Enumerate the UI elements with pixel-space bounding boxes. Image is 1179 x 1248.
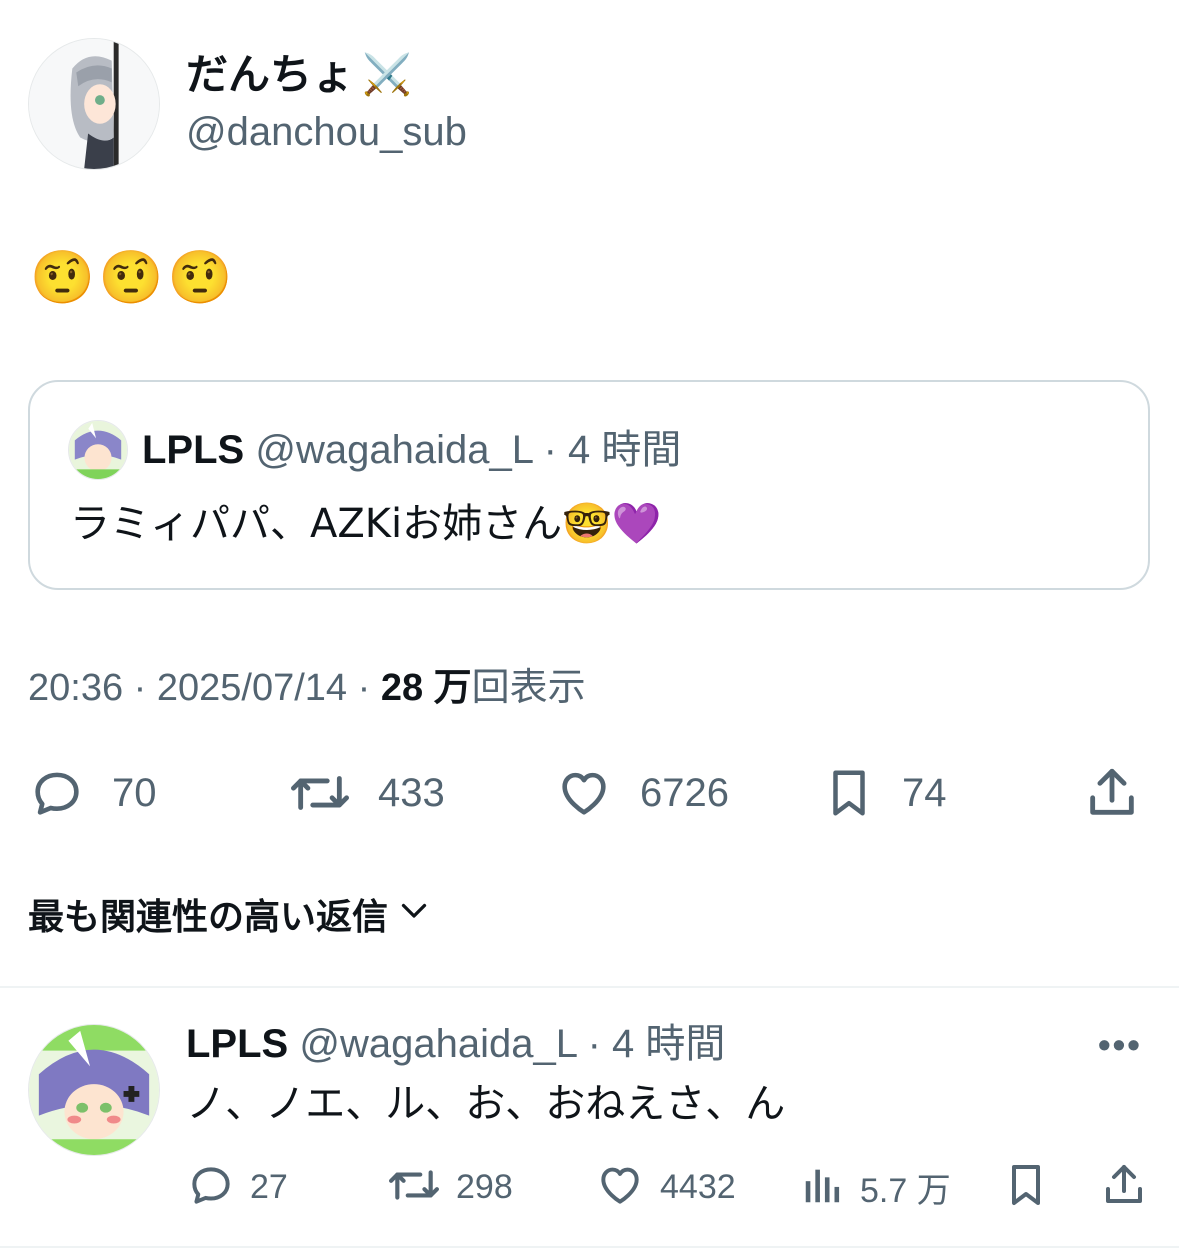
reply-avatar[interactable] — [28, 1024, 160, 1156]
like-button[interactable]: 6726 — [554, 764, 729, 822]
reply-icon — [28, 764, 86, 822]
reply-icon — [186, 1160, 236, 1215]
reply-time: 4 時間 — [612, 1022, 726, 1066]
reply-sort-dropdown[interactable]: 最も関連性の高い返信 — [28, 888, 432, 940]
share-icon — [1100, 1160, 1148, 1215]
author-avatar[interactable] — [28, 38, 160, 170]
quote-author-name: LPLS — [142, 428, 245, 472]
like-count: 6726 — [640, 770, 729, 815]
repost-count: 433 — [378, 770, 445, 815]
author-handle[interactable]: @danchou_sub — [186, 108, 467, 156]
views-count[interactable]: 28 万 — [381, 667, 472, 709]
reply-reply-count: 27 — [250, 1168, 288, 1206]
share-icon — [1082, 764, 1142, 822]
tweet-date: 2025/07/14 — [156, 667, 348, 709]
repost-icon — [386, 1160, 442, 1215]
bookmark-icon — [1002, 1160, 1050, 1215]
reply-separator: · — [576, 1022, 613, 1066]
views-label: 回表示 — [471, 667, 586, 709]
tweet-text: 🤨🤨🤨 — [30, 249, 237, 307]
more-icon[interactable]: ••• — [1098, 1024, 1142, 1066]
reply-repost-count: 298 — [456, 1168, 513, 1206]
quote-author-handle: @wagahaida_L — [255, 428, 533, 472]
quote-time: 4 時間 — [568, 428, 682, 472]
reply-header: LPLS @wagahaida_L · 4 時間 — [186, 1020, 725, 1068]
bookmark-button[interactable]: 74 — [822, 764, 947, 822]
repost-icon — [288, 764, 352, 822]
reply-like-button[interactable]: 4432 — [594, 1160, 736, 1215]
reply-count: 70 — [112, 770, 157, 815]
reply-text: ノ、ノエ、ル、お、おねえさ、ん — [186, 1081, 786, 1127]
sort-label: 最も関連性の高い返信 — [28, 897, 389, 938]
reply-views-count: 5.7 万 — [860, 1172, 951, 1210]
like-icon — [594, 1160, 646, 1215]
bookmark-count: 74 — [902, 770, 947, 815]
author-name-text: だんちょ — [186, 50, 355, 99]
quote-separator: · — [532, 428, 569, 472]
reply-author-name[interactable]: LPLS — [186, 1022, 288, 1066]
quote-card[interactable]: LPLS @wagahaida_L · 4 時間 ラミィパパ、AZKiお姉さん🤓… — [28, 380, 1150, 590]
share-button[interactable] — [1082, 764, 1142, 822]
reply-views-button[interactable]: 5.7 万 — [800, 1160, 951, 1215]
chevron-down-icon — [396, 892, 432, 937]
meta-separator: · — [347, 667, 381, 709]
quote-text: ラミィパパ、AZKiお姉さん🤓💜 — [70, 501, 662, 547]
reply-bookmark-button[interactable] — [1002, 1160, 1050, 1215]
tweet-time: 20:36 — [28, 667, 124, 709]
meta-separator: · — [123, 667, 157, 709]
like-icon — [554, 764, 614, 822]
reply-like-count: 4432 — [660, 1168, 736, 1206]
repost-button[interactable]: 433 — [288, 764, 445, 822]
author-name[interactable]: だんちょ ⚔️ — [186, 50, 412, 100]
reply-share-button[interactable] — [1100, 1160, 1148, 1215]
divider — [0, 986, 1179, 988]
views-icon — [800, 1160, 846, 1215]
reply-reply-button[interactable]: 27 — [186, 1160, 288, 1215]
reply-button[interactable]: 70 — [28, 764, 157, 822]
reply-author-handle[interactable]: @wagahaida_L — [299, 1022, 576, 1066]
bookmark-icon — [822, 764, 876, 822]
quote-header: LPLS @wagahaida_L · 4 時間 — [142, 426, 681, 474]
tweet-meta: 20:36 · 2025/07/14 · 28 万回表示 — [28, 664, 586, 712]
quote-avatar — [68, 420, 128, 480]
reply-repost-button[interactable]: 298 — [386, 1160, 513, 1215]
swords-emoji: ⚔️ — [362, 52, 412, 98]
